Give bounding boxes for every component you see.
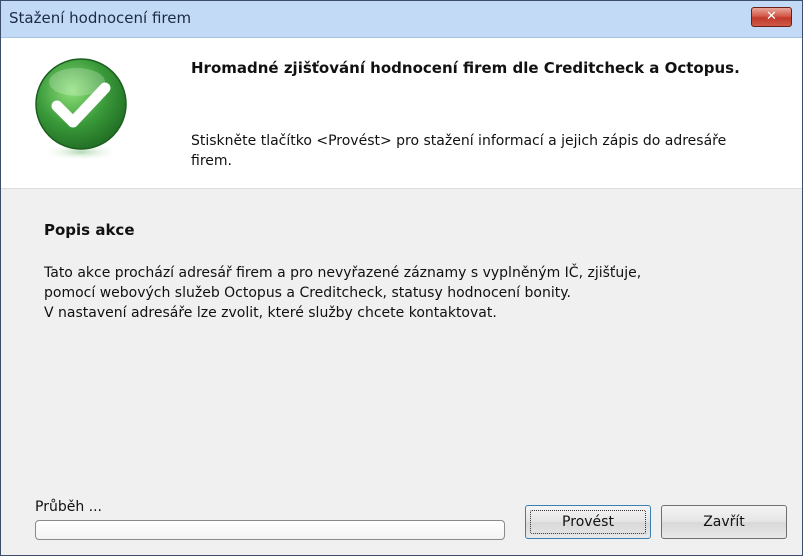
checkmark-icon [35,58,127,161]
description-line: pomocí webových služeb Octopus a Creditc… [44,285,571,301]
close-button[interactable]: Zavřít [661,505,787,539]
section-title: Popis akce [44,221,135,239]
title-bar[interactable]: Stažení hodnocení firem ✕ [1,1,802,38]
focus-rectangle [530,510,646,534]
description-line: V nastavení adresáře lze zvolit, které s… [44,305,497,321]
action-description: Tato akce prochází adresář firem a pro n… [44,263,784,323]
close-button-label: Zavřít [703,514,745,530]
header-title: Hromadné zjišťování hodnocení firem dle … [191,59,740,77]
dialog-window: Stažení hodnocení firem ✕ Hromadné zjišť… [0,0,803,556]
close-window-button[interactable]: ✕ [751,7,792,27]
progress-label: Průběh ... [35,499,102,515]
dialog-header: Hromadné zjišťování hodnocení firem dle … [1,38,802,189]
header-description: Stiskněte tlačítko <Provést> pro stažení… [191,133,727,169]
close-icon: ✕ [766,9,777,24]
description-line: Tato akce prochází adresář firem a pro n… [44,265,642,281]
window-title: Stažení hodnocení firem [9,9,192,27]
execute-button[interactable]: Provést [525,505,651,539]
progress-bar [35,520,505,540]
